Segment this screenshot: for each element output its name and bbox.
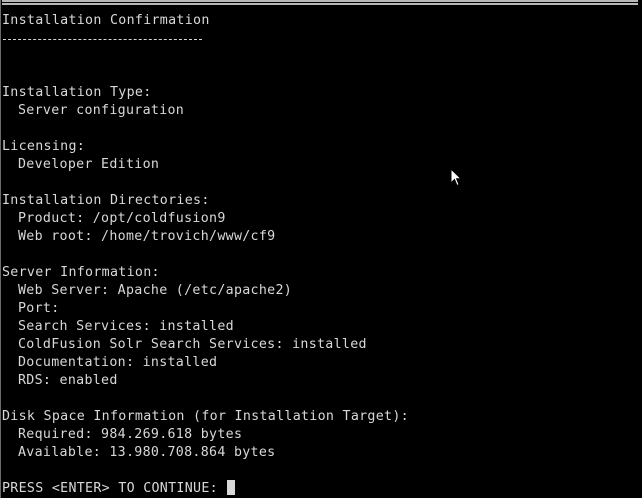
rds-value: RDS: enabled (18, 373, 118, 388)
port-value: Port: (18, 301, 60, 316)
installation-type-value: Server configuration (18, 103, 185, 118)
directories-label: Installation Directories: (2, 193, 210, 208)
documentation-value: Documentation: installed (18, 355, 218, 370)
disk-required-value: Required: 984.269.618 bytes (18, 427, 243, 442)
top-separator-rule (2, 0, 638, 5)
continue-prompt: PRESS <ENTER> TO CONTINUE: (2, 481, 227, 496)
screen-title: Installation Confirmation (2, 13, 210, 28)
web-server-value: Web Server: Apache (/etc/apache2) (18, 283, 293, 298)
terminal-window[interactable]: Installation Confirmation Installation T… (0, 0, 642, 498)
continue-prompt-line[interactable]: PRESS <ENTER> TO CONTINUE: (2, 480, 236, 498)
window-border (0, 0, 1, 498)
product-directory: Product: /opt/coldfusion9 (18, 211, 226, 226)
licensing-label: Licensing: (2, 139, 86, 154)
title-underline (3, 39, 202, 40)
mouse-pointer-icon (450, 168, 462, 187)
disk-space-label: Disk Space Information (for Installation… (2, 409, 409, 424)
text-cursor-block (227, 480, 236, 495)
disk-available-value: Available: 13.980.708.864 bytes (18, 445, 276, 460)
licensing-value: Developer Edition (18, 157, 160, 172)
web-root-directory: Web root: /home/trovich/www/cf9 (18, 229, 276, 244)
installation-type-label: Installation Type: (2, 85, 152, 100)
search-services-value: Search Services: installed (18, 319, 234, 334)
solr-services-value: ColdFusion Solr Search Services: install… (18, 337, 367, 352)
server-info-label: Server Information: (2, 265, 160, 280)
